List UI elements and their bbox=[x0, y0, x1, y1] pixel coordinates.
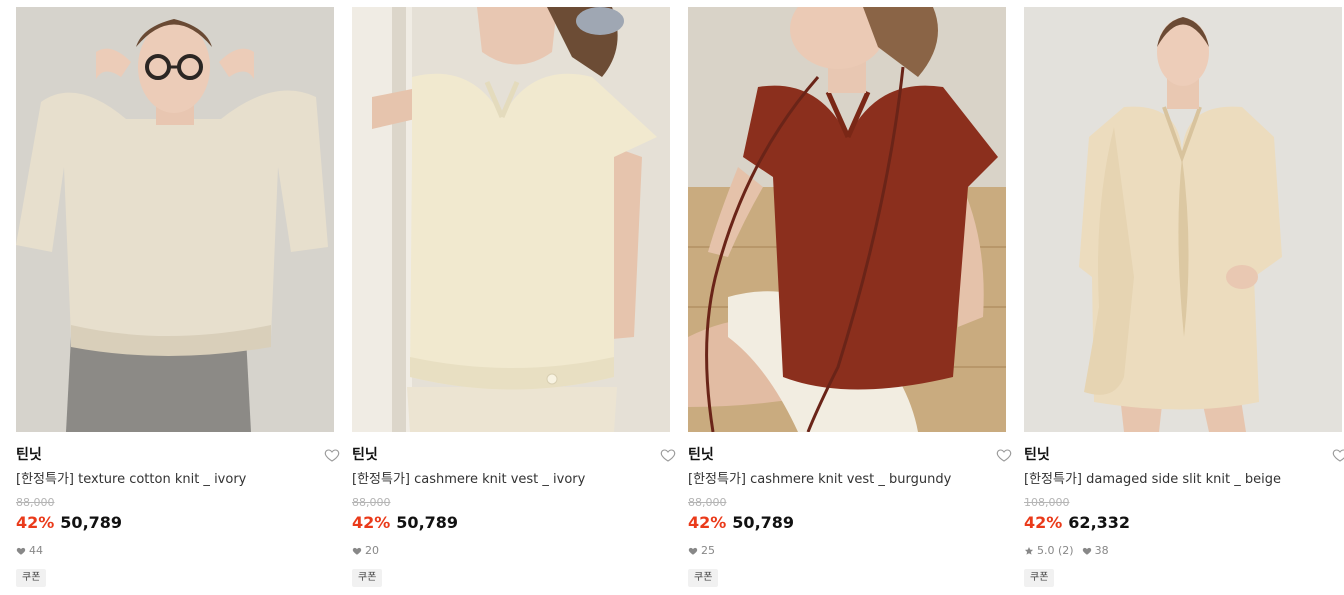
product-title[interactable]: [한정특가] damaged side slit knit _ beige bbox=[1024, 471, 1324, 488]
coupon-badge: 쿠폰 bbox=[16, 569, 47, 587]
heart-filled-icon bbox=[16, 547, 26, 555]
likes-count: 20 bbox=[365, 544, 379, 557]
brand-name[interactable]: 틴닛 bbox=[1024, 446, 1050, 464]
original-price: 88,000 bbox=[16, 496, 55, 509]
price-row: 42% 50,789 bbox=[16, 513, 122, 533]
sale-price: 50,789 bbox=[60, 513, 123, 532]
product-image[interactable] bbox=[1024, 7, 1342, 432]
product-card: 틴닛 [한정특가] cashmere knit vest _ ivory 88,… bbox=[352, 0, 676, 595]
product-meta: 44 bbox=[16, 544, 43, 558]
discount-rate: 42% bbox=[16, 513, 55, 532]
product-card: 틴닛 [한정특가] damaged side slit knit _ beige… bbox=[1024, 0, 1344, 595]
product-title[interactable]: [한정특가] cashmere knit vest _ burgundy bbox=[688, 471, 988, 488]
coupon-badge: 쿠폰 bbox=[688, 569, 719, 587]
product-photo bbox=[1024, 7, 1342, 432]
price-row: 42% 62,332 bbox=[1024, 513, 1130, 533]
discount-rate: 42% bbox=[1024, 513, 1063, 532]
sale-price: 62,332 bbox=[1068, 513, 1131, 532]
wishlist-heart-icon[interactable] bbox=[324, 447, 340, 463]
coupon-badge: 쿠폰 bbox=[352, 569, 383, 587]
coupon-badge: 쿠폰 bbox=[1024, 569, 1055, 587]
likes: 25 bbox=[688, 544, 715, 558]
product-card: 틴닛 [한정특가] texture cotton knit _ ivory 88… bbox=[16, 0, 340, 595]
product-photo bbox=[16, 7, 334, 432]
heart-filled-icon bbox=[688, 547, 698, 555]
product-title[interactable]: [한정특가] cashmere knit vest _ ivory bbox=[352, 471, 652, 488]
wishlist-heart-icon[interactable] bbox=[996, 447, 1012, 463]
sale-price: 50,789 bbox=[732, 513, 795, 532]
product-photo bbox=[688, 7, 1006, 432]
discount-rate: 42% bbox=[688, 513, 727, 532]
heart-filled-icon bbox=[1082, 547, 1091, 555]
likes: 44 bbox=[16, 544, 43, 558]
star-icon bbox=[1024, 547, 1034, 555]
likes-count: 38 bbox=[1094, 544, 1109, 557]
original-price: 108,000 bbox=[1024, 496, 1070, 509]
original-price: 88,000 bbox=[352, 496, 391, 509]
likes: 38 bbox=[1082, 544, 1109, 558]
product-photo bbox=[352, 7, 670, 432]
product-card: 틴닛 [한정특가] cashmere knit vest _ burgundy … bbox=[688, 0, 1012, 595]
rating-score: 5.0 (2) bbox=[1037, 544, 1074, 557]
product-image[interactable] bbox=[688, 7, 1006, 432]
product-image[interactable] bbox=[352, 7, 670, 432]
product-image[interactable] bbox=[16, 7, 334, 432]
rating: 5.0 (2) bbox=[1024, 544, 1074, 558]
price-row: 42% 50,789 bbox=[688, 513, 794, 533]
wishlist-heart-icon[interactable] bbox=[660, 447, 676, 463]
brand-name[interactable]: 틴닛 bbox=[352, 446, 378, 464]
sale-price: 50,789 bbox=[396, 513, 459, 532]
wishlist-heart-icon[interactable] bbox=[1332, 447, 1344, 463]
discount-rate: 42% bbox=[352, 513, 391, 532]
product-meta: 5.0 (2) 38 bbox=[1024, 544, 1109, 558]
brand-name[interactable]: 틴닛 bbox=[688, 446, 714, 464]
likes-count: 44 bbox=[29, 544, 43, 557]
price-row: 42% 50,789 bbox=[352, 513, 458, 533]
product-grid: 틴닛 [한정특가] texture cotton knit _ ivory 88… bbox=[0, 0, 1344, 595]
original-price: 88,000 bbox=[688, 496, 727, 509]
likes: 20 bbox=[352, 544, 379, 558]
product-meta: 25 bbox=[688, 544, 715, 558]
product-meta: 20 bbox=[352, 544, 379, 558]
likes-count: 25 bbox=[701, 544, 715, 557]
heart-filled-icon bbox=[352, 547, 362, 555]
brand-name[interactable]: 틴닛 bbox=[16, 446, 42, 464]
product-title[interactable]: [한정특가] texture cotton knit _ ivory bbox=[16, 471, 316, 488]
